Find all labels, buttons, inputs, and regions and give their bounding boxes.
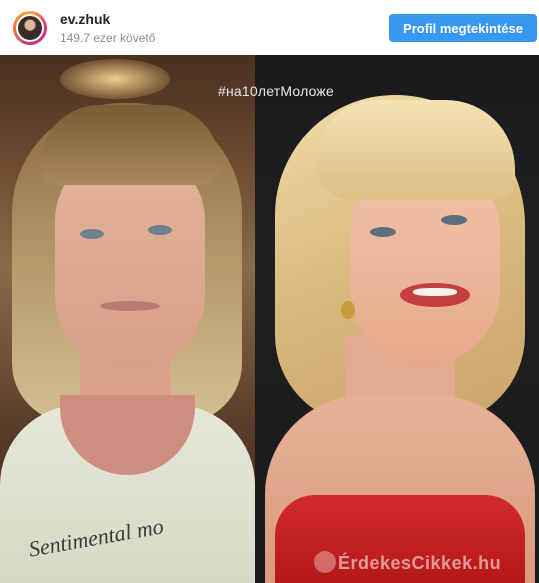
chandelier-light (60, 59, 170, 99)
profile-avatar[interactable] (13, 11, 47, 45)
after-photo (255, 55, 539, 583)
before-photo: Sentimental mo (0, 55, 255, 583)
eye-left-1 (80, 229, 104, 239)
username-link[interactable]: ev.zhuk (60, 11, 110, 27)
fringe-right (315, 100, 515, 200)
view-profile-button[interactable]: Profil megtekintése (389, 14, 537, 42)
avatar (16, 14, 44, 42)
eye-left-2 (148, 225, 172, 235)
hashtag-text: #на10летМоложе (218, 83, 334, 99)
follower-count: 149.7 ezer követő (60, 31, 156, 45)
watermark: ÉrdekesCikkek.hu (338, 553, 502, 573)
teeth-right (413, 288, 457, 296)
eye-right-2 (441, 215, 467, 225)
earring (341, 301, 355, 319)
fringe-left (40, 105, 220, 185)
eye-right-1 (370, 227, 396, 237)
mouth-left (100, 301, 160, 311)
leaf-icon (314, 551, 336, 573)
avatar-image (18, 16, 42, 40)
post-image[interactable]: Sentimental mo #на10летМоложе ÉrdekesCik… (0, 55, 539, 583)
post-header: ev.zhuk 149.7 ezer követő Profil megteki… (0, 0, 539, 56)
